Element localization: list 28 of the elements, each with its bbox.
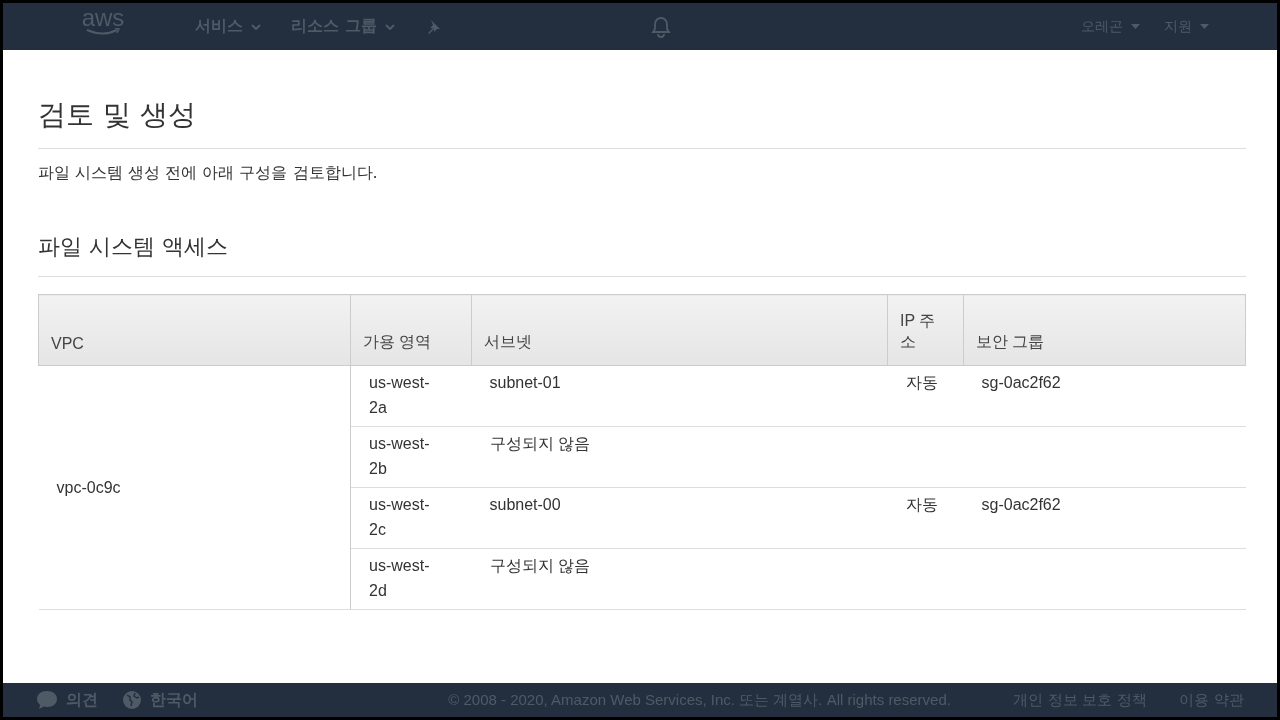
page-title: 검토 및 생성 (38, 86, 1246, 149)
table-cell: 구성되지 않음 (471, 548, 888, 610)
caret-icon (1131, 24, 1140, 29)
table-cell: vpc-0c9c (38, 365, 351, 610)
caret-icon (1200, 24, 1209, 29)
column-header: 가용 영역 (350, 294, 472, 366)
table-cell: sg-0ac2f62 (963, 365, 1246, 427)
table-cell: 자동 (887, 487, 964, 549)
table-cell: us-west-2c (350, 487, 472, 549)
table-cell: subnet-01 (471, 365, 888, 427)
column-header: VPC (38, 294, 351, 366)
column-header: IP 주소 (887, 294, 964, 366)
column-header: 서브넷 (471, 294, 888, 366)
table-cell: 구성되지 않음 (471, 426, 888, 488)
table-cell: us-west-2d (350, 548, 472, 610)
table-cell: subnet-00 (471, 487, 888, 549)
globe-icon (122, 690, 142, 710)
page-description: 파일 시스템 생성 전에 아래 구성을 검토합니다. (38, 163, 379, 184)
table-cell: us-west-2a (350, 365, 472, 427)
section-title: 파일 시스템 액세스 (38, 232, 1246, 277)
table-cell: 자동 (887, 365, 964, 427)
bell-icon[interactable] (650, 15, 671, 38)
speech-bubble-icon (36, 690, 58, 710)
caret-icon (384, 23, 395, 30)
table-cell: us-west-2b (350, 426, 472, 488)
caret-icon (251, 23, 261, 30)
column-header: 보안 그룹 (963, 294, 1246, 366)
table-cell: sg-0ac2f62 (963, 487, 1246, 549)
